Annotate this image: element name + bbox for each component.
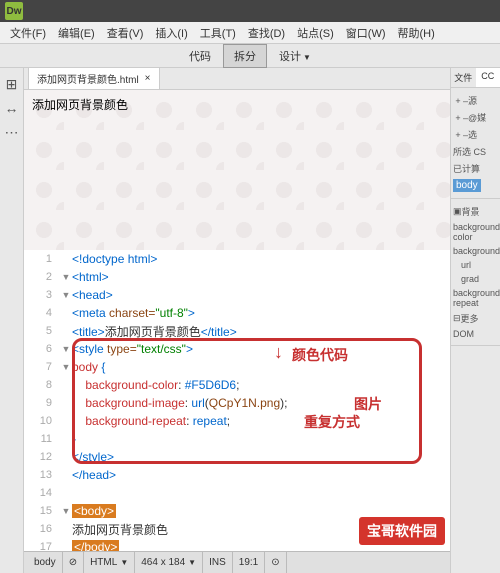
left-toolbar: ⊞ ↔ ⋯ bbox=[0, 68, 24, 573]
tool-more-icon[interactable]: ⋯ bbox=[2, 122, 22, 142]
preview-pane[interactable]: 添加网页背景颜色 bbox=[24, 90, 450, 250]
line-number: 16 bbox=[24, 523, 60, 535]
status-info-icon[interactable]: ⊘ bbox=[63, 552, 84, 573]
line-number: 15 bbox=[24, 505, 60, 517]
document-area: 添加网页背景颜色.html × 添加网页背景颜色 1<!doctype html… bbox=[24, 68, 450, 573]
menu-insert[interactable]: 插入(I) bbox=[149, 23, 193, 43]
menu-file[interactable]: 文件(F) bbox=[4, 23, 52, 43]
view-code-button[interactable]: 代码 bbox=[179, 45, 221, 67]
tab-bar: 添加网页背景颜色.html × bbox=[24, 68, 450, 90]
line-number: 2 bbox=[24, 271, 60, 283]
prop-gradient[interactable]: grad bbox=[453, 272, 498, 286]
menubar: 文件(F) 编辑(E) 查看(V) 插入(I) 工具(T) 查找(D) 站点(S… bbox=[0, 22, 500, 44]
line-number: 12 bbox=[24, 451, 60, 463]
menu-help[interactable]: 帮助(H) bbox=[392, 23, 441, 43]
status-cursor-pos: 19:1 bbox=[233, 552, 265, 573]
tab-label: 添加网页背景颜色.html bbox=[37, 71, 139, 86]
menu-window[interactable]: 窗口(W) bbox=[340, 23, 392, 43]
line-number: 5 bbox=[24, 325, 60, 337]
source-row[interactable]: +– 源 bbox=[453, 92, 498, 109]
status-bar: body ⊘ HTML ▼ 464 x 184 ▼ INS 19:1 ⊙ bbox=[24, 551, 450, 573]
tool-expand-icon[interactable]: ↔ bbox=[2, 98, 22, 118]
right-panel: 文件 CC +– 源 +– @媒 +– 选 所选 CS 已计算 body ▣ 背… bbox=[450, 68, 500, 573]
status-tag-path[interactable]: body bbox=[28, 552, 63, 573]
line-number: 3 bbox=[24, 289, 60, 301]
more-row[interactable]: ⊟ 更多 bbox=[453, 310, 498, 327]
view-design-button[interactable]: 设计▼ bbox=[269, 45, 321, 67]
line-number: 6 bbox=[24, 343, 60, 355]
selector-body[interactable]: body bbox=[453, 177, 498, 194]
panel-tab-cc[interactable]: CC bbox=[476, 68, 500, 87]
tab-close-button[interactable]: × bbox=[145, 73, 151, 84]
panel-tab-files[interactable]: 文件 bbox=[451, 68, 476, 87]
prop-url[interactable]: url bbox=[453, 258, 498, 272]
line-number: 11 bbox=[24, 433, 60, 445]
line-number: 17 bbox=[24, 541, 60, 551]
prop-bg-image[interactable]: background bbox=[453, 244, 498, 258]
main-area: ⊞ ↔ ⋯ 添加网页背景颜色.html × 添加网页背景颜色 1<!doctyp… bbox=[0, 68, 500, 573]
selectors-row[interactable]: +– 选 bbox=[453, 126, 498, 143]
titlebar: Dw bbox=[0, 0, 500, 22]
prop-bg-color[interactable]: background-color bbox=[453, 220, 498, 244]
code-editor[interactable]: 1<!doctype html> 2▼<html> 3▼<head> 4<met… bbox=[24, 250, 450, 551]
dreamweaver-logo: Dw bbox=[5, 2, 23, 20]
menu-tools[interactable]: 工具(T) bbox=[194, 23, 242, 43]
computed-label: 已计算 bbox=[453, 160, 498, 177]
status-ins-mode[interactable]: INS bbox=[203, 552, 233, 573]
panel-tabs: 文件 CC bbox=[451, 68, 500, 88]
view-split-button[interactable]: 拆分 bbox=[223, 44, 267, 68]
bg-section-header[interactable]: ▣ 背景 bbox=[453, 203, 498, 220]
document-tab[interactable]: 添加网页背景颜色.html × bbox=[28, 68, 160, 89]
line-number: 4 bbox=[24, 307, 60, 319]
media-row[interactable]: +– @媒 bbox=[453, 109, 498, 126]
css-label: 所选 CS bbox=[453, 143, 498, 160]
properties-section: ▣ 背景 background-color background url gra… bbox=[451, 199, 500, 346]
line-number: 9 bbox=[24, 397, 60, 409]
line-number: 13 bbox=[24, 469, 60, 481]
menu-site[interactable]: 站点(S) bbox=[291, 23, 340, 43]
line-number: 14 bbox=[24, 487, 60, 499]
dom-row[interactable]: DOM bbox=[453, 327, 498, 341]
line-number: 1 bbox=[24, 253, 60, 265]
line-number: 7 bbox=[24, 361, 60, 373]
preview-background bbox=[24, 90, 450, 250]
status-doctype[interactable]: HTML ▼ bbox=[84, 552, 135, 573]
menu-find[interactable]: 查找(D) bbox=[242, 23, 291, 43]
menu-view[interactable]: 查看(V) bbox=[101, 23, 150, 43]
sources-section: +– 源 +– @媒 +– 选 所选 CS 已计算 body bbox=[451, 88, 500, 199]
view-toolbar: 代码 拆分 设计▼ bbox=[0, 44, 500, 68]
preview-body-text: 添加网页背景颜色 bbox=[32, 96, 128, 113]
line-number: 10 bbox=[24, 415, 60, 427]
line-number: 8 bbox=[24, 379, 60, 391]
status-dimensions[interactable]: 464 x 184 ▼ bbox=[135, 552, 203, 573]
app-window: Dw 文件(F) 编辑(E) 查看(V) 插入(I) 工具(T) 查找(D) 站… bbox=[0, 0, 500, 573]
status-encoding-icon[interactable]: ⊙ bbox=[265, 552, 286, 573]
tool-layout-icon[interactable]: ⊞ bbox=[2, 74, 22, 94]
prop-bg-repeat[interactable]: background-repeat bbox=[453, 286, 498, 310]
menu-edit[interactable]: 编辑(E) bbox=[52, 23, 101, 43]
